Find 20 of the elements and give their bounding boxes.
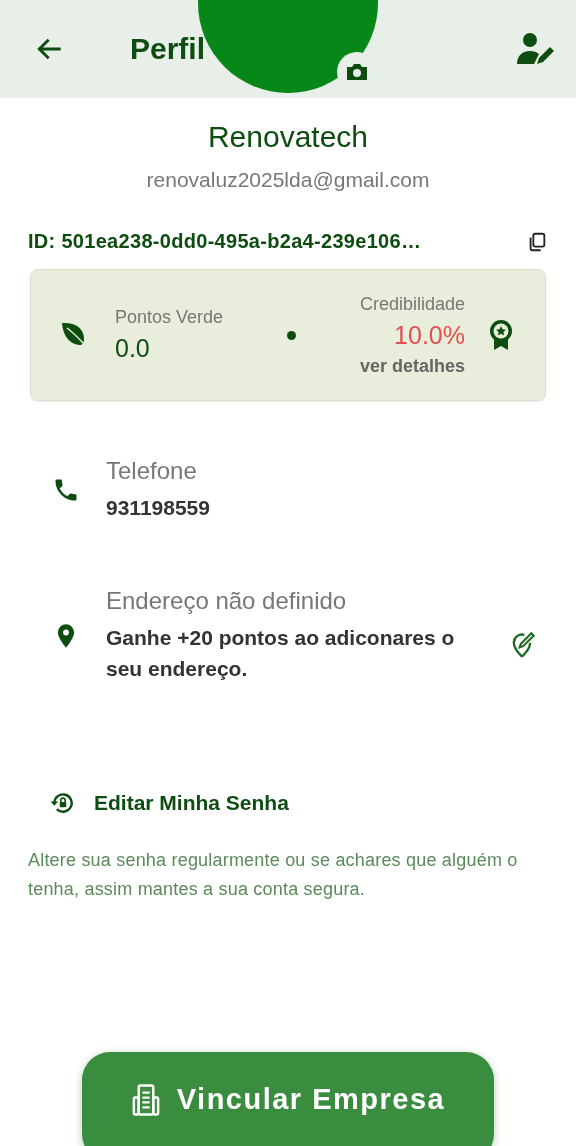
link-company-button[interactable]: Vincular Empresa [82,1052,494,1146]
details-link[interactable]: ver detalhes [359,355,465,377]
info-label: Telefone [106,457,198,485]
points-label: Pontos Verde [115,307,224,328]
user-edit-icon[interactable] [516,31,556,67]
credibility-value: 10.0% [394,320,465,350]
profile-id: ID: 501ea238-0dd0-495a-b2a4-239e106… [28,230,422,253]
separator-dot [287,330,296,340]
info-label: Endereço não definido [106,587,348,616]
building-icon [130,1083,161,1117]
info-value: Ganhe +20 pontos ao adiconares o seu endereço. [106,625,456,682]
award-icon [489,319,513,351]
credibility-label: Credibilidade [359,293,465,315]
profile-name: Renovatech [206,120,370,154]
page-title: Perfil [130,32,206,66]
points-value: 0.0 [115,334,151,363]
edit-password-button[interactable]: Editar Minha Senha [50,790,289,817]
password-hint: Altere sua senha regularmente ou se achares que alguém o tenha, assim mantes a sua conta segura. [28,849,519,902]
info-value: 931198559 [106,495,210,521]
profile-email: renovaluz2025lda@gmail.com [145,168,431,192]
